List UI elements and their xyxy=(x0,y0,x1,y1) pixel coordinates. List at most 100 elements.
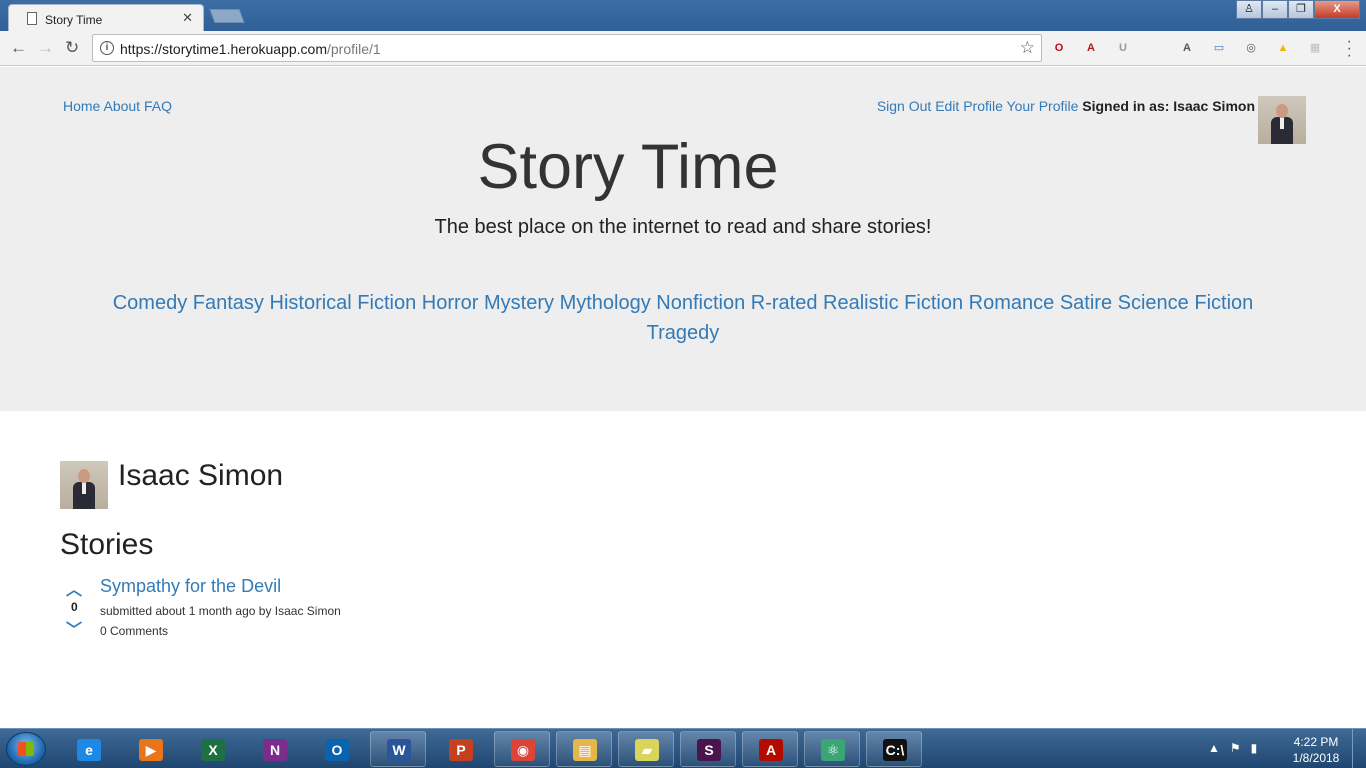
profile-name: Isaac Simon xyxy=(118,459,284,492)
genre-link-romance[interactable]: Romance xyxy=(969,292,1055,314)
media-player-icon: ▶ xyxy=(139,739,163,761)
chrome-icon: ◉ xyxy=(511,739,535,761)
user-avatar[interactable] xyxy=(1258,96,1306,144)
browser-tab[interactable]: Story Time ✕ xyxy=(8,4,204,31)
windows-taskbar: e ▶ X N O W P ◉ ▤ ▰ S A ⚛ C:\ ▲ ⚑ ▮ 4:22 PM 1/8/2018 xyxy=(0,728,1366,768)
nav-home-link[interactable]: Home xyxy=(63,98,100,114)
powerpoint-icon: P xyxy=(449,739,473,761)
taskbar-app-ie[interactable]: e xyxy=(60,731,116,767)
downvote-icon[interactable]: ﹀ xyxy=(66,616,82,640)
action-center-flag-icon[interactable]: ⚑ xyxy=(1230,741,1241,755)
forward-button[interactable]: → xyxy=(37,38,54,58)
cmd-icon: C:\ xyxy=(883,739,907,761)
taskbar-app-chrome[interactable]: ◉ xyxy=(494,731,550,767)
nav-about-link[interactable]: About xyxy=(103,98,140,114)
story-item: ︿ 0 ﹀ Sympathy for the Devil submitted a… xyxy=(60,574,460,644)
show-hidden-icons-icon[interactable]: ▲ xyxy=(1208,741,1220,755)
taskbar-app-excel[interactable]: X xyxy=(184,731,240,767)
taskbar-app-media-player[interactable]: ▶ xyxy=(122,731,178,767)
stories-heading: Stories xyxy=(60,528,154,561)
nav-faq-link[interactable]: FAQ xyxy=(144,98,172,114)
screenshot-icon[interactable]: ▭ xyxy=(1210,39,1228,57)
genre-link-historical-fiction[interactable]: Historical Fiction xyxy=(270,292,417,314)
grid-ext-icon[interactable]: ▦ xyxy=(1306,39,1324,57)
drive-icon[interactable]: ▲ xyxy=(1274,39,1292,57)
taskbar-app-onenote[interactable]: N xyxy=(246,731,302,767)
explorer-icon: ▤ xyxy=(573,739,597,761)
show-desktop-button[interactable] xyxy=(1352,729,1366,768)
clock[interactable]: 4:22 PM 1/8/2018 xyxy=(1286,734,1346,766)
site-header: Home About FAQ Sign Out Edit Profile You… xyxy=(0,67,1366,411)
window-user-icon[interactable]: ♙ xyxy=(1236,0,1262,19)
chromecast-icon[interactable]: ◎ xyxy=(1242,39,1260,57)
browser-menu-icon[interactable]: · · · xyxy=(1347,34,1352,64)
word-icon: W xyxy=(387,739,411,761)
outlook-icon: O xyxy=(325,739,349,761)
slack-icon: S xyxy=(697,739,721,761)
site-title: Story Time xyxy=(477,132,779,202)
vote-count: 0 xyxy=(71,600,78,614)
sign-out-link[interactable]: Sign Out xyxy=(877,98,931,114)
edit-profile-link[interactable]: Edit Profile xyxy=(935,98,1003,114)
user-nav: Sign Out Edit Profile Your Profile Signe… xyxy=(877,98,1255,114)
page-icon xyxy=(27,12,37,25)
genre-link-mystery[interactable]: Mystery xyxy=(484,292,554,314)
window-controls: ♙ – ❐ X xyxy=(1236,0,1360,20)
url-host: https://storytime1.herokuapp.com xyxy=(120,41,327,57)
ublock-icon[interactable]: U xyxy=(1114,39,1132,57)
url-text: https://storytime1.herokuapp.com/profile… xyxy=(120,41,381,57)
maximize-button[interactable]: ❐ xyxy=(1288,0,1314,19)
windows-flag-icon xyxy=(18,742,34,756)
genre-link-nonfiction[interactable]: Nonfiction xyxy=(656,292,745,314)
taskbar-app-outlook[interactable]: O xyxy=(308,731,364,767)
genre-link-satire[interactable]: Satire xyxy=(1060,292,1112,314)
genre-link-tragedy[interactable]: Tragedy xyxy=(647,322,720,344)
window-titlebar: Story Time ✕ ♙ – ❐ X xyxy=(0,0,1366,31)
bookmark-star-icon[interactable]: ☆ xyxy=(1020,38,1035,58)
genre-link-realistic-fiction[interactable]: Realistic Fiction xyxy=(823,292,963,314)
genre-link-r-rated[interactable]: R-rated xyxy=(751,292,818,314)
site-info-icon[interactable]: i xyxy=(100,41,114,55)
story-title-link[interactable]: Sympathy for the Devil xyxy=(100,576,281,597)
upvote-icon[interactable]: ︿ xyxy=(66,576,82,600)
taskbar-app-slack[interactable]: S xyxy=(680,731,736,767)
taskbar-app-word[interactable]: W xyxy=(370,731,426,767)
start-button[interactable] xyxy=(6,732,46,766)
address-bar[interactable]: i https://storytime1.herokuapp.com/profi… xyxy=(92,34,1042,62)
browser-toolbar: ← → ↻ i https://storytime1.herokuapp.com… xyxy=(0,31,1366,66)
genre-link-comedy[interactable]: Comedy xyxy=(113,292,187,314)
main-nav: Home About FAQ xyxy=(63,98,172,114)
profile-avatar xyxy=(60,461,108,509)
reload-button[interactable]: ↻ xyxy=(65,38,79,58)
genre-link-science-fiction[interactable]: Science Fiction xyxy=(1118,292,1254,314)
your-profile-link[interactable]: Your Profile xyxy=(1007,98,1079,114)
power-icon[interactable]: ▮ xyxy=(1251,741,1258,755)
clock-date: 1/8/2018 xyxy=(1292,751,1340,765)
back-button[interactable]: ← xyxy=(10,38,27,58)
signed-in-label: Signed in as: Isaac Simon xyxy=(1082,98,1255,114)
clock-time: 4:22 PM xyxy=(1293,735,1339,749)
new-tab-button[interactable] xyxy=(209,9,245,23)
taskbar-app-powerpoint[interactable]: P xyxy=(432,731,488,767)
sticky-notes-icon: ▰ xyxy=(635,739,659,761)
minimize-button[interactable]: – xyxy=(1262,0,1288,19)
tab-title: Story Time xyxy=(45,13,103,27)
site-tagline: The best place on the internet to read a… xyxy=(434,216,932,238)
angular-icon[interactable]: A xyxy=(1178,39,1196,57)
onenote-icon: N xyxy=(263,739,287,761)
atom-icon: ⚛ xyxy=(821,739,845,761)
blank-ext-icon[interactable] xyxy=(1146,39,1164,57)
url-path: /profile/1 xyxy=(327,41,381,57)
taskbar-app-explorer[interactable]: ▤ xyxy=(556,731,612,767)
taskbar-app-cmd[interactable]: C:\ xyxy=(866,731,922,767)
taskbar-app-sticky-notes[interactable]: ▰ xyxy=(618,731,674,767)
tab-close-icon[interactable]: ✕ xyxy=(182,10,193,26)
genre-link-horror[interactable]: Horror xyxy=(422,292,479,314)
genre-link-mythology[interactable]: Mythology xyxy=(560,292,651,314)
close-window-button[interactable]: X xyxy=(1314,0,1360,19)
genre-link-fantasy[interactable]: Fantasy xyxy=(193,292,264,314)
pdf-icon[interactable]: A xyxy=(1082,39,1100,57)
opera-icon[interactable]: O xyxy=(1050,39,1068,57)
taskbar-app-atom[interactable]: ⚛ xyxy=(804,731,860,767)
taskbar-app-acrobat[interactable]: A xyxy=(742,731,798,767)
